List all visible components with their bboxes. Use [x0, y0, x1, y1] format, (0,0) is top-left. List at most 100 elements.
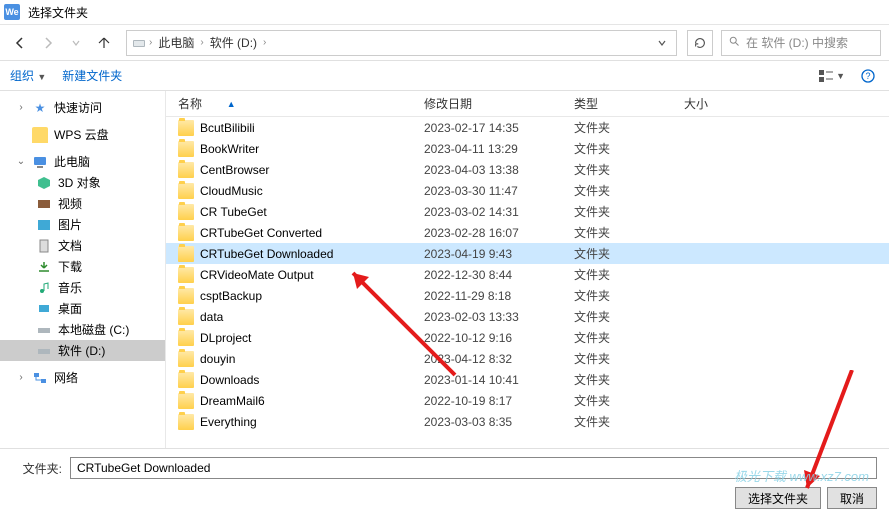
file-row[interactable]: CentBrowser2023-04-03 13:38文件夹: [166, 159, 889, 180]
file-row[interactable]: Everything2023-03-03 8:35文件夹: [166, 411, 889, 432]
sidebar-downloads[interactable]: 下载: [0, 256, 165, 277]
file-row[interactable]: BcutBilibili2023-02-17 14:35文件夹: [166, 117, 889, 138]
app-icon: We: [4, 4, 20, 20]
file-name: DreamMail6: [200, 394, 265, 408]
folder-icon: [178, 330, 194, 346]
select-folder-button[interactable]: 选择文件夹: [735, 487, 821, 509]
file-type: 文件夹: [566, 287, 676, 304]
column-size[interactable]: 大小: [676, 95, 756, 112]
file-row[interactable]: CRVideoMate Output2022-12-30 8:44文件夹: [166, 264, 889, 285]
file-name: BookWriter: [200, 142, 259, 156]
sidebar-quick-access[interactable]: ›★快速访问: [0, 97, 165, 118]
file-list: 名称 ▲ 修改日期 类型 大小 BcutBilibili2023-02-17 1…: [166, 91, 889, 448]
file-type: 文件夹: [566, 413, 676, 430]
file-date: 2023-02-03 13:33: [416, 310, 566, 324]
address-dropdown[interactable]: [652, 38, 672, 48]
folder-icon: [178, 309, 194, 325]
organize-menu[interactable]: 组织 ▼: [10, 67, 46, 84]
file-date: 2023-04-03 13:38: [416, 163, 566, 177]
history-dropdown[interactable]: [64, 31, 88, 55]
back-button[interactable]: [8, 31, 32, 55]
file-name: Downloads: [200, 373, 259, 387]
file-row[interactable]: CR TubeGet2023-03-02 14:31文件夹: [166, 201, 889, 222]
folder-icon: [178, 393, 194, 409]
file-row[interactable]: BookWriter2023-04-11 13:29文件夹: [166, 138, 889, 159]
sidebar-network[interactable]: ›网络: [0, 367, 165, 388]
file-name: csptBackup: [200, 289, 262, 303]
sidebar-software-d[interactable]: 软件 (D:): [0, 340, 165, 361]
file-name: CRTubeGet Downloaded: [200, 247, 333, 261]
chevron-right-icon[interactable]: ›: [16, 102, 26, 113]
sidebar-this-pc[interactable]: ⌄此电脑: [0, 151, 165, 172]
search-input[interactable]: 在 软件 (D:) 中搜索: [721, 30, 881, 56]
file-name: CloudMusic: [200, 184, 263, 198]
cancel-button[interactable]: 取消: [827, 487, 877, 509]
file-row[interactable]: data 2023-02-03 13:33文件夹: [166, 306, 889, 327]
sidebar-local-disk-c[interactable]: 本地磁盘 (C:): [0, 319, 165, 340]
file-row[interactable]: csptBackup2022-11-29 8:18文件夹: [166, 285, 889, 306]
download-icon: [36, 259, 52, 275]
chevron-right-icon[interactable]: ›: [16, 372, 26, 383]
file-date: 2023-03-02 14:31: [416, 205, 566, 219]
folder-icon: [178, 351, 194, 367]
view-options-button[interactable]: ▼: [814, 67, 849, 85]
star-icon: ★: [32, 100, 48, 116]
chevron-right-icon[interactable]: ›: [198, 37, 205, 48]
sidebar-desktop[interactable]: 桌面: [0, 298, 165, 319]
sidebar-wps-cloud[interactable]: WPS 云盘: [0, 124, 165, 145]
address-bar[interactable]: › 此电脑 › 软件 (D:) ›: [126, 30, 677, 56]
file-date: 2022-12-30 8:44: [416, 268, 566, 282]
file-type: 文件夹: [566, 329, 676, 346]
forward-button[interactable]: [36, 31, 60, 55]
file-name: CRTubeGet Converted: [200, 226, 322, 240]
file-row[interactable]: CRTubeGet Downloaded2023-04-19 9:43文件夹: [166, 243, 889, 264]
svg-text:?: ?: [865, 71, 870, 81]
chevron-right-icon[interactable]: ›: [261, 37, 268, 48]
folder-name-input[interactable]: [70, 457, 877, 479]
file-name: data: [200, 310, 223, 324]
up-button[interactable]: [92, 31, 116, 55]
new-folder-button[interactable]: 新建文件夹: [62, 67, 122, 84]
music-icon: [36, 280, 52, 296]
file-row[interactable]: DLproject2022-10-12 9:16文件夹: [166, 327, 889, 348]
sidebar-pictures[interactable]: 图片: [0, 214, 165, 235]
file-type: 文件夹: [566, 308, 676, 325]
file-date: 2023-03-03 8:35: [416, 415, 566, 429]
file-name: DLproject: [200, 331, 251, 345]
sidebar-3d-objects[interactable]: 3D 对象: [0, 172, 165, 193]
file-row[interactable]: douyin2023-04-12 8:32文件夹: [166, 348, 889, 369]
toolbar: › 此电脑 › 软件 (D:) › 在 软件 (D:) 中搜索: [0, 25, 889, 61]
file-row[interactable]: DreamMail62022-10-19 8:17文件夹: [166, 390, 889, 411]
breadcrumb-this-pc[interactable]: 此电脑: [154, 34, 198, 51]
sidebar-videos[interactable]: 视频: [0, 193, 165, 214]
file-row[interactable]: CRTubeGet Converted2023-02-28 16:07文件夹: [166, 222, 889, 243]
file-name: CR TubeGet: [200, 205, 267, 219]
sidebar-documents[interactable]: 文档: [0, 235, 165, 256]
breadcrumb-drive[interactable]: 软件 (D:): [206, 34, 261, 51]
network-icon: [32, 370, 48, 386]
title-bar: We 选择文件夹: [0, 0, 889, 25]
file-type: 文件夹: [566, 224, 676, 241]
chevron-right-icon[interactable]: ›: [147, 37, 154, 48]
disk-icon: [36, 343, 52, 359]
sidebar: ›★快速访问 WPS 云盘 ⌄此电脑 3D 对象 视频 图片 文档 下载 音乐 …: [0, 91, 166, 448]
file-row[interactable]: Downloads2023-01-14 10:41文件夹: [166, 369, 889, 390]
folder-icon: [178, 225, 194, 241]
column-type[interactable]: 类型: [566, 95, 676, 112]
column-name[interactable]: 名称 ▲: [166, 95, 416, 112]
file-type: 文件夹: [566, 266, 676, 283]
file-row[interactable]: CloudMusic2023-03-30 11:47文件夹: [166, 180, 889, 201]
file-type: 文件夹: [566, 245, 676, 262]
folder-icon: [178, 162, 194, 178]
file-date: 2023-04-12 8:32: [416, 352, 566, 366]
sidebar-music[interactable]: 音乐: [0, 277, 165, 298]
column-date[interactable]: 修改日期: [416, 95, 566, 112]
chevron-down-icon[interactable]: ⌄: [16, 156, 26, 167]
dialog-title: 选择文件夹: [28, 4, 88, 21]
folder-icon: [178, 120, 194, 136]
file-name: douyin: [200, 352, 235, 366]
file-type: 文件夹: [566, 161, 676, 178]
help-button[interactable]: ?: [857, 67, 879, 85]
file-type: 文件夹: [566, 371, 676, 388]
refresh-button[interactable]: [687, 30, 713, 56]
